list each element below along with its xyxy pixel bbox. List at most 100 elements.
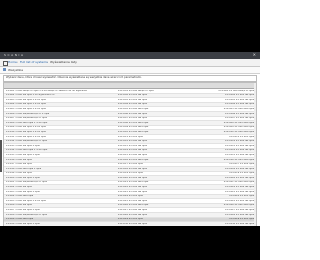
table-cell: P1-021 3 000 SN/WABCO/ETC opis <box>6 181 47 184</box>
table-cell: P1-018 3 000 ABS opis 1 opis <box>6 167 42 170</box>
table-cell: 231-014 21 002 SN opis <box>118 149 147 152</box>
table-cell: 231-009 21 002 ABS opis <box>223 126 254 129</box>
table-cell: 231-007 21 001 SN opis <box>225 117 254 120</box>
table-cell: 231-012 21 000 SN opis <box>118 140 147 143</box>
table-cell: P1-024 3 000 ABS opis <box>6 195 34 198</box>
table-cell: 231-025 21 001 SN opis <box>225 199 254 202</box>
table-cell: 231-023 21 000 SN opis <box>225 190 254 193</box>
breadcrumb-item-current: Wyświetlanie listy <box>50 60 77 64</box>
table-cell: P1-025 3 000 SN opis 1 4:10 opis <box>6 199 46 202</box>
table-cell: P1-022 3 000 SN opis <box>6 186 32 189</box>
table-cell: 231-010 21 000 ABS opis <box>118 130 149 133</box>
table-cell: P1-006 3 000 SN/WABCO/ETC 2 opis <box>6 112 50 115</box>
table-cell: 231-023 21 000 SN opis <box>118 190 147 193</box>
table-cell: P1-010 3 000 SN opis 1 4:10 opis <box>6 130 46 133</box>
table-cell: 231-025 21 001 SN opis <box>118 199 147 202</box>
table-cell: 231-021 21 000 ABS opis <box>118 181 149 184</box>
table-cell: 231-006 21 000 SN opis <box>118 112 147 115</box>
table-cell: P1-005 3 000 SN opis 1 4:10 opis <box>6 107 46 110</box>
table-cell: P1-014 3 000 ABS opis 1 4:10 opis <box>6 149 48 152</box>
table-cell: 231-015 21 000 SN opis <box>225 153 254 156</box>
table-cell: 231-001 21 000 ABS/ETC opis <box>118 89 154 92</box>
table-cell: P1-009 3 000 SN opis 1 4:10 opis <box>6 126 46 129</box>
table-cell: 231-019 21 001 opis <box>229 172 254 175</box>
table-cell: 231-007 21 001 SN opis <box>118 117 147 120</box>
table-cell: 231-016 21 001 ABS opis <box>223 158 254 161</box>
table-cell: 231-027 21 000 SN opis <box>225 209 254 212</box>
table-cell: 231-020 21 001 SN opis <box>225 176 254 179</box>
table-cell: P1-023 3 000 SN opis 1 opis <box>6 190 40 193</box>
close-icon[interactable]: ✕ <box>253 53 256 57</box>
breadcrumb-item-home[interactable]: Home <box>8 61 17 64</box>
info-notice-text: Wybierz dane, które chcesz wyświetlić. O… <box>6 76 142 79</box>
data-table: P1-001 3 000 ABS/ETC opis 1 4:10 ABS/ETC… <box>3 82 257 259</box>
table-cell: P1-004 3 000 SN opis 1 4:10 opis <box>6 103 46 106</box>
table-cell: 231-008 21 001 ABS opis <box>118 121 149 124</box>
table-cell: 231-002 21 001 SN opis <box>118 94 147 97</box>
table-cell: 231-006 21 000 SN opis <box>225 112 254 115</box>
table-cell: 231-027 21 000 SN opis <box>118 209 147 212</box>
breadcrumb-separator: › <box>17 60 19 64</box>
table-cell: 231-026 21 002 ABS opis <box>223 204 254 207</box>
table-cell: 231-029 21 001 opis <box>229 218 254 221</box>
table-cell: 231-029 21 001 opis <box>118 218 143 221</box>
table-cell: 231-028 21 000 SN opis <box>118 213 147 216</box>
table-cell: 231-014 21 002 SN opis <box>225 149 254 152</box>
table-cell: 231-011 21 001 opis <box>118 135 143 138</box>
table-cell: 231-011 21 001 opis <box>229 135 254 138</box>
screen-bezel-top <box>0 0 260 52</box>
table-cell: 231-001 21 000 ABS/ETC opis <box>218 89 254 92</box>
table-cell: P1-013 3 000 SN opis 1 opis <box>6 144 40 147</box>
table-cell: 231-030 21 002 SN opis <box>118 222 147 225</box>
info-notice: Wybierz dane, które chcesz wyświetlić. O… <box>3 75 257 82</box>
breadcrumb: Home › Full list of systems › Wyświetlan… <box>0 59 260 67</box>
table-cell: P1-012 3 000 SN/WABCO/ETC opis <box>6 140 47 143</box>
table-cell: 231-019 21 001 opis <box>118 172 143 175</box>
table-cell: 231-024 21 001 opis <box>229 195 254 198</box>
table-cell: P1-020 3 000 SN opis 1 opis <box>6 176 40 179</box>
table-cell: P1-026 3 000 SN opis <box>6 204 32 207</box>
table-cell: 231-021 21 000 ABS opis <box>223 181 254 184</box>
table-cell: 231-008 21 001 ABS opis <box>223 121 254 124</box>
table-scrollbar[interactable] <box>254 83 256 226</box>
table-cell: P1-003 3 000 SN opis 1 4:10 opis <box>6 98 46 101</box>
table-cell: 231-026 21 002 ABS opis <box>118 204 149 207</box>
screen-bezel-bottom <box>0 226 260 260</box>
table-cell: 231-013 21 001 SN opis <box>118 144 147 147</box>
table-cell: 231-002 21 001 SN opis <box>225 94 254 97</box>
table-cell: P1-028 3 000 SN/WABCO/ETC opis <box>6 213 47 216</box>
table-cell: P1-016 3 000 SN opis <box>6 158 32 161</box>
table-cell: 231-013 21 001 SN opis <box>225 144 254 147</box>
table-cell: 231-022 21 002 SN opis <box>118 186 147 189</box>
table-cell: P1-017 3 000 SN opis <box>6 163 32 166</box>
table-cell: P1-027 3 000 SN opis 1 opis <box>6 209 40 212</box>
breadcrumb-item-systems[interactable]: Full list of systems <box>20 61 48 64</box>
app-title-bar: S C A N I A ✕ <box>0 52 260 59</box>
filter-icon[interactable] <box>3 68 6 71</box>
table-cell: 231-017 21 002 opis <box>229 163 254 166</box>
table-cell: 231-030 21 002 SN opis <box>225 222 254 225</box>
table-cell: P1-008 3 000 ABS opis 1 4:10 opis <box>6 121 48 124</box>
app-title: S C A N I A <box>4 53 24 57</box>
table-cell: P1-029 3 000 ABS opis <box>6 218 34 221</box>
table-cell: 231-005 21 000 ABS opis <box>223 107 254 110</box>
table-cell: P1-030 3 000 SN opis 1 opis <box>6 222 40 225</box>
table-cell: 231-018 21 000 SN opis <box>118 167 147 170</box>
table-cell: 231-009 21 002 ABS opis <box>118 126 149 129</box>
filter-label[interactable]: Wszystkie <box>8 68 23 72</box>
table-cell: 231-005 21 000 ABS opis <box>118 107 149 110</box>
table-cell: P1-001 3 000 ABS/ETC opis 1 4:10 ABS/ETC… <box>6 89 87 92</box>
table-cell: 231-018 21 000 SN opis <box>225 167 254 170</box>
table-cell: 231-003 21 001 SN opis <box>118 98 147 101</box>
table-cell: P1-011 3 000 SN opis 1 4:10 opis <box>6 135 46 138</box>
table-cell: 231-028 21 000 SN opis <box>225 213 254 216</box>
side-tab-handle[interactable] <box>0 140 2 172</box>
table-cell: P1-007 3 000 SN/WABCO/ETC opis <box>6 117 47 120</box>
table-cell: 231-004 21 002 SN opis <box>118 103 147 106</box>
table-cell: 231-010 21 000 ABS opis <box>223 130 254 133</box>
table-cell: 231-020 21 001 SN opis <box>118 176 147 179</box>
table-cell: 231-015 21 000 SN opis <box>118 153 147 156</box>
toolbar: Wszystkie <box>0 67 260 74</box>
table-cell: 231-024 21 001 opis <box>118 195 143 198</box>
table-cell: P1-019 3 000 SN opis <box>6 172 32 175</box>
